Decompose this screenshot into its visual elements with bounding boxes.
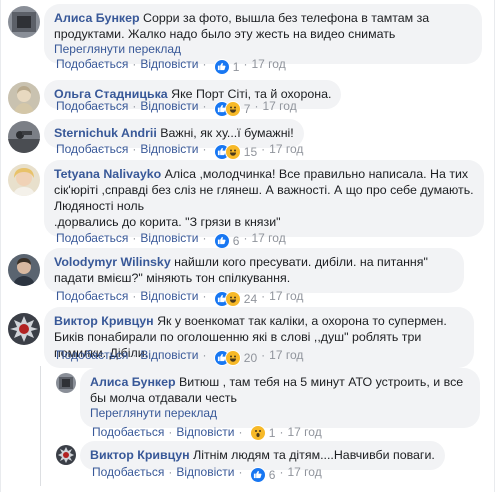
comment-bubble: Volodymyr Wilinsky найшли кого пресувати… [44, 248, 464, 293]
haha-icon [224, 290, 241, 307]
comment-author[interactable]: Виктор Кривцун [54, 314, 154, 328]
comment-author[interactable]: Алиса Бункер [54, 11, 140, 25]
reply-link[interactable]: Відповісти [176, 425, 234, 439]
reply-thread-line [40, 366, 41, 486]
wow-icon [249, 425, 266, 441]
reply-actions: Подобається · Відповісти · 6 · 17 год [92, 465, 322, 483]
avatar[interactable] [8, 164, 40, 196]
like-link[interactable]: Подобається [56, 231, 128, 245]
like-link[interactable]: Подобається [56, 99, 128, 113]
reaction-count: 1 [232, 59, 240, 74]
avatar[interactable] [8, 121, 40, 153]
comment-text-line: Людяності ноль [54, 199, 145, 213]
reply-actions: Подобається · Відповісти · 1 · 17 год [92, 425, 322, 441]
comment-actions: Подобається · Відповісти · 24 · 17 год [56, 289, 304, 307]
reaction-count: 6 [268, 467, 276, 482]
reply-link[interactable]: Відповісти [140, 99, 198, 113]
like-link[interactable]: Подобається [56, 348, 128, 362]
reaction-count: 1 [268, 426, 276, 440]
comment-text-line: Аліса ,молодчинка! Все правильно написал… [164, 167, 469, 181]
comment-actions: Подобається · Відповісти · 6 · 17 год [56, 231, 286, 249]
reaction-count: 15 [243, 144, 258, 159]
like-icon [213, 232, 230, 249]
like-icon [249, 466, 266, 483]
see-translation-link[interactable]: Переглянути переклад [90, 406, 470, 421]
reaction-count: 20 [243, 350, 258, 365]
comment-text-line: .дорвались до корита. "З грязи в князи" [54, 215, 281, 229]
reply-bubble: Алиса Бункер Витюш , там тебя на 5 минут… [80, 368, 480, 428]
reply-author[interactable]: Виктор Кривцун [90, 448, 190, 462]
like-icon [213, 58, 230, 75]
reaction-summary[interactable]: 6 [213, 232, 240, 249]
reply-link[interactable]: Відповісти [140, 289, 198, 303]
comment-bubble: Tetyana Nalivayko Аліса ,молодчинка! Все… [44, 160, 484, 237]
comment-time[interactable]: 17 год [269, 289, 303, 303]
haha-icon [224, 349, 241, 366]
avatar[interactable] [8, 82, 40, 114]
like-link[interactable]: Подобається [92, 425, 164, 439]
reply-link[interactable]: Відповісти [140, 348, 198, 362]
like-link[interactable]: Подобається [56, 142, 128, 156]
reply-link[interactable]: Відповісти [140, 142, 198, 156]
reply-time[interactable]: 17 год [287, 465, 321, 479]
like-link[interactable]: Подобається [56, 57, 128, 71]
reaction-summary[interactable]: 20 [213, 349, 258, 366]
avatar[interactable] [8, 254, 40, 286]
reply-author[interactable]: Алиса Бункер [90, 375, 176, 389]
like-link[interactable]: Подобається [56, 289, 128, 303]
reply-time[interactable]: 17 год [287, 425, 321, 439]
comment-actions: Подобається · Відповісти · 20 · 17 год [56, 348, 304, 366]
comments-panel: Алиса Бункер Сорри за фото, вышла без те… [0, 0, 495, 492]
reaction-summary[interactable]: 7 [213, 100, 251, 117]
comment-text: Важні, як ху...ї бумажні! [160, 126, 294, 140]
reaction-count: 24 [243, 291, 258, 306]
comment-author[interactable]: Volodymyr Wilinsky [54, 255, 171, 269]
reaction-summary[interactable]: 6 [249, 466, 276, 483]
comment-text-line: сік'юріті ,справді без сліз не глянеш. А… [54, 183, 474, 197]
reply-link[interactable]: Відповісти [140, 231, 198, 245]
comment-time[interactable]: 17 год [262, 99, 296, 113]
haha-icon [224, 100, 241, 117]
reply-link[interactable]: Відповісти [176, 465, 234, 479]
reaction-summary[interactable]: 15 [213, 143, 258, 160]
reaction-count: 6 [232, 233, 240, 248]
reaction-summary[interactable]: 24 [213, 290, 258, 307]
comment-time[interactable]: 17 год [269, 142, 303, 156]
comment-actions: Подобається · Відповісти · 7 · 17 год [56, 99, 297, 117]
reply-text: Літнім людям та дітям....Навчивби поваги… [193, 448, 435, 462]
haha-icon [224, 143, 241, 160]
avatar[interactable] [56, 373, 76, 393]
comment-actions: Подобається · Відповісти · 15 · 17 год [56, 142, 304, 160]
avatar[interactable] [8, 313, 40, 345]
like-link[interactable]: Подобається [92, 465, 164, 479]
comment-bubble: Алиса Бункер Сорри за фото, вышла без те… [44, 4, 482, 64]
avatar[interactable] [56, 445, 76, 465]
comment-time[interactable]: 17 год [251, 57, 285, 71]
comment-actions: Подобається · Відповісти · 1 · 17 год [56, 57, 286, 75]
comment-time[interactable]: 17 год [269, 348, 303, 362]
reply-link[interactable]: Відповісти [140, 57, 198, 71]
see-translation-link[interactable]: Переглянути переклад [54, 42, 472, 57]
reaction-summary[interactable]: 1 [213, 58, 240, 75]
comment-time[interactable]: 17 год [251, 231, 285, 245]
reaction-summary[interactable]: 1 [249, 425, 276, 441]
comment-author[interactable]: Sternichuk Andrii [54, 126, 157, 140]
reaction-count: 7 [243, 101, 251, 116]
avatar[interactable] [8, 6, 40, 38]
comment-author[interactable]: Tetyana Nalivayko [54, 167, 161, 181]
